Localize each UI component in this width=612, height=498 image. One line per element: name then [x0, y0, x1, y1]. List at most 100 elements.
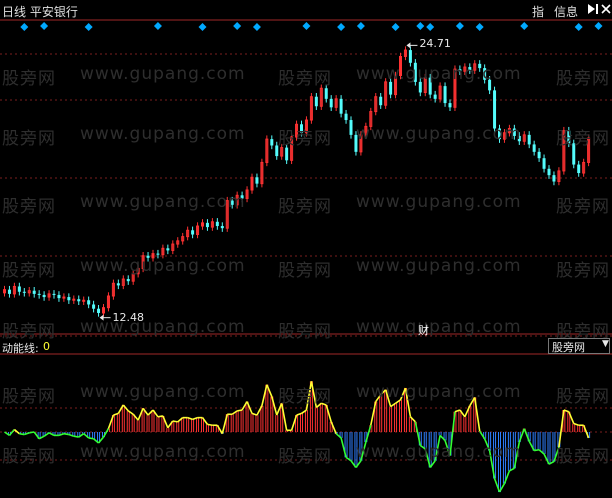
indicator-select-value: 股旁网 — [552, 341, 585, 354]
extreme-markers — [99, 42, 418, 321]
watermark-text: www.gupang.com — [80, 64, 246, 84]
candle-body — [205, 222, 209, 228]
candle-body — [220, 226, 224, 229]
watermark-text: 股旁网 — [2, 69, 56, 89]
candle-body — [532, 144, 536, 152]
candle-body — [42, 294, 46, 298]
watermark-text: www.gupang.com — [356, 442, 522, 462]
candle-body — [443, 86, 447, 104]
watermark-text: www.gupang.com — [80, 317, 246, 337]
watermark-text: 股旁网 — [2, 322, 56, 342]
candle-body — [349, 120, 353, 135]
signal-diamond — [391, 23, 400, 31]
candle-body — [7, 289, 11, 294]
candle-body — [67, 297, 71, 301]
indicator-menu-button[interactable]: 指 — [532, 3, 544, 20]
watermark-text: 股旁网 — [278, 322, 332, 342]
watermark-text: www.gupang.com — [356, 317, 522, 337]
candle-body — [577, 164, 581, 174]
momentum-line — [172, 420, 178, 423]
signal-diamond — [426, 23, 435, 31]
candle-body — [324, 88, 328, 99]
watermark-text: 股旁网 — [278, 447, 332, 467]
momentum-line — [157, 415, 164, 418]
signal-diamond — [455, 22, 464, 30]
financial-report-marker[interactable]: 财 — [418, 322, 429, 338]
signal-diamond — [233, 22, 242, 30]
signal-diamond — [520, 22, 529, 30]
watermark-text: 股旁网 — [556, 69, 610, 89]
indicator-value: 0 — [43, 340, 50, 353]
high-price-label: 24.71 — [419, 37, 451, 51]
candle-body — [537, 151, 541, 159]
candle-body — [542, 158, 546, 169]
signal-diamond — [153, 22, 162, 30]
candle-body — [52, 293, 56, 295]
momentum-line — [19, 432, 25, 436]
window-title: 日线 平安银行 — [2, 5, 78, 19]
momentum-line — [63, 432, 69, 436]
candle-body — [314, 96, 318, 107]
candle-body — [433, 94, 437, 99]
candle-body — [126, 279, 130, 282]
signal-diamond — [594, 22, 603, 30]
momentum-line — [237, 409, 243, 412]
close-icon[interactable] — [600, 1, 612, 17]
signal-diamond — [337, 23, 346, 31]
signal-diamond — [84, 23, 93, 31]
candle-body — [87, 300, 91, 305]
candle-body — [37, 293, 41, 295]
watermark-text: www.gupang.com — [80, 124, 246, 144]
momentum-line — [29, 431, 35, 434]
candle-body — [97, 308, 101, 313]
signal-diamond — [356, 22, 365, 30]
watermark-text: 股旁网 — [2, 387, 56, 407]
watermark-text: www.gupang.com — [80, 382, 246, 402]
watermark-text: 股旁网 — [556, 261, 610, 281]
candle-body — [92, 304, 96, 309]
watermark-text: 股旁网 — [2, 447, 56, 467]
indicator-name-label: 动能线: — [2, 342, 39, 355]
candle-body — [77, 299, 81, 302]
signal-diamond — [252, 23, 261, 31]
momentum-line — [88, 437, 94, 440]
watermark-text: www.gupang.com — [356, 192, 522, 212]
candle-body — [22, 291, 26, 293]
watermark-text: www.gupang.com — [356, 256, 522, 276]
momentum-line — [534, 448, 540, 452]
watermark-text: 股旁网 — [556, 129, 610, 149]
jump-to-end-icon[interactable] — [586, 1, 600, 17]
watermark-text: www.gupang.com — [80, 192, 246, 212]
low-price-label: 12.48 — [112, 310, 145, 324]
watermark-text: 股旁网 — [278, 261, 332, 281]
watermark-text: 股旁网 — [278, 387, 332, 407]
signal-diamond — [416, 22, 425, 30]
candle-body — [379, 96, 383, 106]
watermark-text: 股旁网 — [556, 447, 610, 467]
indicator-select[interactable]: 股旁网 ▼ — [548, 338, 610, 354]
watermark-text: 股旁网 — [278, 197, 332, 217]
candle-body — [285, 147, 289, 161]
candle-body — [448, 103, 452, 108]
watermark-text: www.gupang.com — [356, 64, 522, 84]
candle-body — [255, 177, 259, 184]
signal-diamond — [475, 23, 484, 31]
candle-body — [57, 294, 61, 299]
info-menu-button[interactable]: 信息 — [554, 3, 578, 20]
watermark-text: www.gupang.com — [356, 124, 522, 144]
momentum-line — [207, 423, 213, 427]
watermark-text: 股旁网 — [556, 197, 610, 217]
candle-body — [166, 248, 170, 251]
candle-body — [329, 98, 333, 108]
signal-diamond — [40, 22, 49, 30]
candle-body — [116, 283, 120, 286]
candle-body — [32, 290, 36, 294]
watermark-text: 股旁网 — [556, 387, 610, 407]
watermark-text: 股旁网 — [278, 69, 332, 89]
candle-body — [527, 134, 531, 145]
candle-body — [17, 286, 21, 292]
candle-body — [547, 168, 551, 176]
candle-body — [344, 113, 348, 121]
watermark-text: www.gupang.com — [356, 382, 522, 402]
signal-diamond — [198, 23, 207, 31]
